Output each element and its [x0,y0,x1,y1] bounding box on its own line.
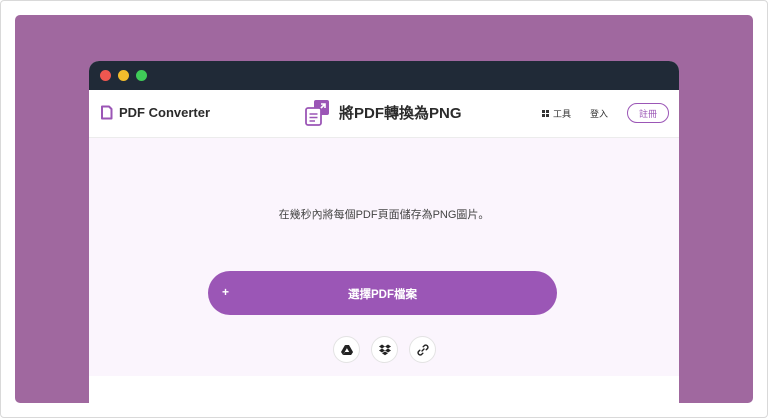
google-drive-button[interactable] [333,336,360,363]
signup-button[interactable]: 註冊 [627,103,669,123]
login-link[interactable]: 登入 [590,107,608,120]
page-title: 將PDF轉換為PNG [339,105,462,122]
brand-logo[interactable]: PDF Converter [100,105,210,120]
pdf-convert-icon [305,100,329,126]
tools-menu[interactable]: 工具 [541,107,571,120]
choose-pdf-button[interactable]: + 選擇PDF檔案 [208,271,557,315]
dropbox-icon [378,344,391,355]
cloud-upload-options [333,336,436,363]
grid-icon [541,109,549,117]
brand-name: PDF Converter [119,105,211,120]
content-footer-area [89,376,679,403]
browser-window: PDF Converter 將PDF轉換為PNG 工具 登入 註冊 在幾秒內將每… [89,61,679,403]
choose-pdf-label: 選擇PDF檔案 [348,289,417,301]
window-titlebar [89,61,679,90]
page-heading: 將PDF轉換為PNG [305,99,462,126]
link-icon [416,343,429,356]
maximize-window-dot[interactable] [136,70,147,81]
main-content: 在幾秒內將每個PDF頁面儲存為PNG圖片。 + 選擇PDF檔案 [89,138,679,376]
tools-label: 工具 [552,108,571,119]
page-subtitle: 在幾秒內將每個PDF頁面儲存為PNG圖片。 [278,209,490,221]
dropbox-button[interactable] [371,336,398,363]
url-link-button[interactable] [409,336,436,363]
site-header: PDF Converter 將PDF轉換為PNG 工具 登入 註冊 [89,90,679,138]
file-icon [101,105,113,120]
google-drive-icon [340,344,353,355]
minimize-window-dot[interactable] [118,70,129,81]
close-window-dot[interactable] [100,70,111,81]
header-nav: 工具 登入 註冊 [541,103,669,123]
